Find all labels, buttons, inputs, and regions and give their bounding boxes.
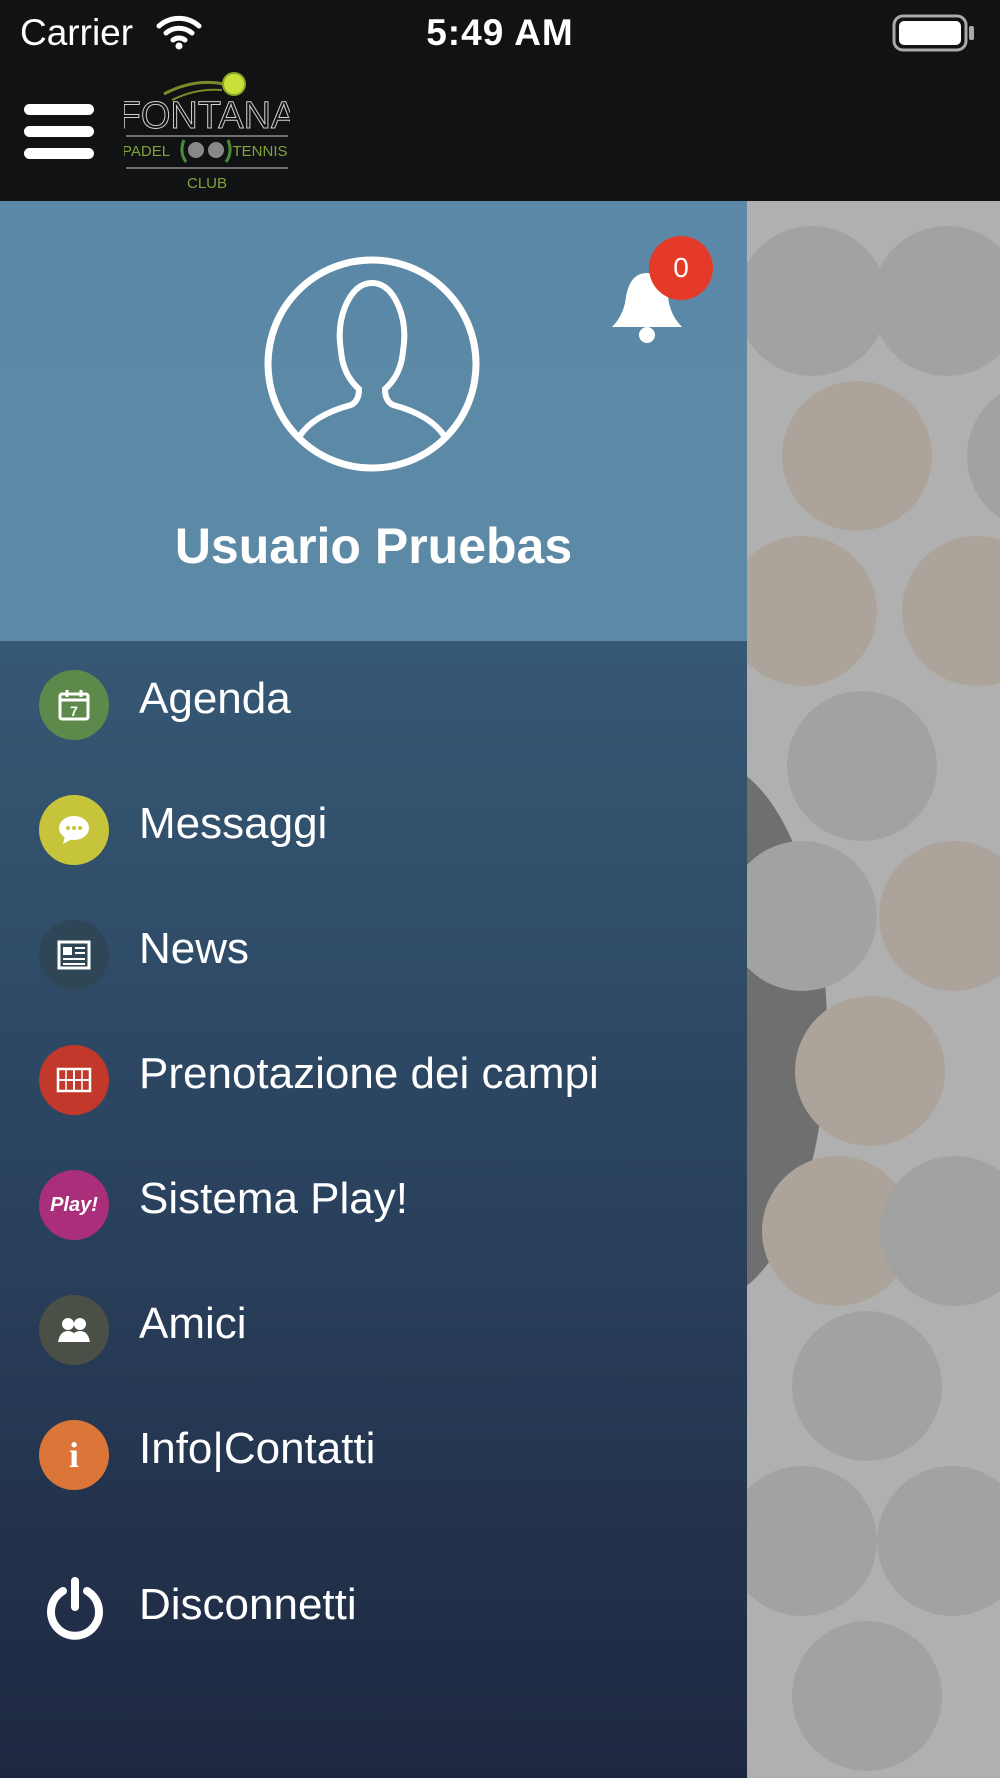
svg-text:PADEL: PADEL (124, 143, 170, 160)
menu-label-info-contatti: Info|Contatti (139, 1424, 376, 1473)
svg-text:FONTANA: FONTANA (124, 95, 290, 137)
battery-icon (892, 14, 974, 52)
menu-label-sistema-play: Sistema Play! (139, 1174, 408, 1223)
runner-icon (747, 841, 877, 991)
menu-item-agenda[interactable]: 7 Agenda (0, 641, 747, 766)
profile-header: 0 Usuario Pruebas (0, 201, 747, 641)
podium-icon (879, 841, 1000, 991)
app-header: FONTANA PADEL TENNIS CLUB (0, 66, 1000, 201)
golf-flag-icon (787, 691, 937, 841)
menu-label-news: News (139, 924, 250, 973)
menu-label-disconnetti: Disconnetti (139, 1580, 357, 1629)
notification-badge[interactable]: 0 (649, 236, 713, 300)
play-logo-icon: Play! (39, 1170, 109, 1240)
newspaper-icon (39, 920, 109, 990)
ticket-icon (795, 996, 945, 1146)
menu-item-sistema-play[interactable]: Play! Sistema Play! (0, 1141, 747, 1266)
user-name: Usuario Pruebas (174, 518, 573, 574)
menu-item-news[interactable]: News (0, 891, 747, 1016)
ticket-icon (877, 1466, 1000, 1616)
menu-item-amici[interactable]: Amici (0, 1266, 747, 1391)
golf-flag-icon (747, 226, 887, 376)
menu-item-disconnetti[interactable]: Disconnetti (0, 1547, 747, 1672)
menu-item-info-contatti[interactable]: i Info|Contatti (0, 1391, 747, 1516)
status-time: 5:49 AM (426, 12, 574, 53)
side-drawer: 0 Usuario Pruebas 7 Agenda Messaggi News… (0, 201, 747, 1778)
menu-label-amici: Amici (139, 1299, 247, 1348)
runner-icon (792, 1311, 942, 1461)
chat-icon (39, 795, 109, 865)
friends-icon (39, 1295, 109, 1365)
svg-text:CLUB: CLUB (187, 175, 227, 192)
menu-label-messaggi: Messaggi (139, 799, 328, 848)
menu-label-prenotazione: Prenotazione dei campi (139, 1049, 599, 1098)
ticket-icon (747, 536, 877, 686)
court-icon (39, 1045, 109, 1115)
info-icon: i (39, 1420, 109, 1490)
tactics-icon (747, 1466, 877, 1616)
club-logo: FONTANA PADEL TENNIS CLUB (124, 72, 290, 192)
menu-item-prenotazione[interactable]: Prenotazione dei campi (0, 1016, 747, 1141)
menu-item-messaggi[interactable]: Messaggi (0, 766, 747, 891)
menu-label-agenda: Agenda (139, 674, 291, 723)
svg-text:TENNIS: TENNIS (232, 143, 287, 160)
golf-flag-icon (880, 1156, 1000, 1306)
golf-flag-icon (792, 1621, 942, 1771)
avatar-icon[interactable] (263, 255, 481, 473)
background-pattern (747, 201, 1000, 1778)
svg-text:7: 7 (70, 703, 78, 719)
pattern-icon (967, 381, 1000, 531)
tactics-icon (872, 226, 1000, 376)
tennis-ball-icon (902, 536, 1000, 686)
menu-hamburger-icon[interactable] (24, 104, 94, 160)
calendar-icon: 7 (39, 670, 109, 740)
status-bar: Carrier 5:49 AM (0, 0, 1000, 66)
power-icon (39, 1573, 111, 1645)
podium-icon (782, 381, 932, 531)
